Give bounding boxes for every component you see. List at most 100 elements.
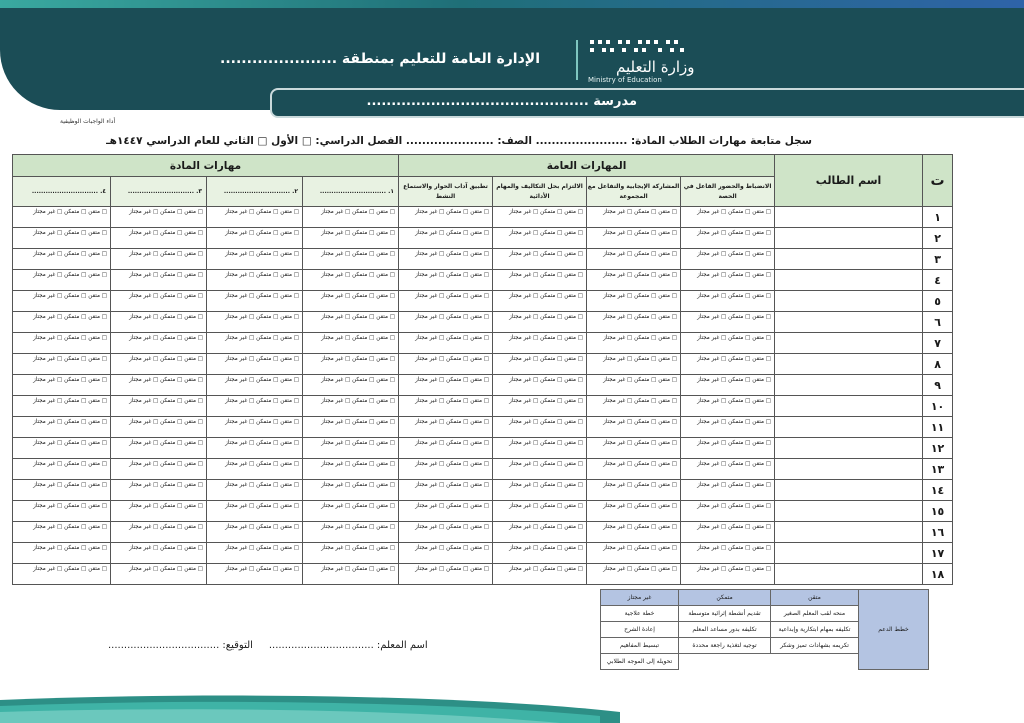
student-name-cell[interactable] [774,437,924,459]
student-name-cell[interactable] [774,563,924,585]
student-name-cell[interactable] [774,416,924,438]
skill-rating-cell[interactable]: □ متقن □ متمكن □ غير مجتاز [680,563,776,585]
student-name-cell[interactable] [774,269,924,291]
student-name-cell[interactable] [774,206,924,228]
skill-rating-cell[interactable]: □ متقن □ متمكن □ غير مجتاز [492,416,588,438]
skill-rating-cell[interactable]: □ متقن □ متمكن □ غير مجتاز [398,332,494,354]
skill-rating-cell[interactable]: □ متقن □ متمكن □ غير مجتاز [206,437,304,459]
skill-rating-cell[interactable]: □ متقن □ متمكن □ غير مجتاز [398,311,494,333]
skill-rating-cell[interactable]: □ متقن □ متمكن □ غير مجتاز [492,269,588,291]
skill-rating-cell[interactable]: □ متقن □ متمكن □ غير مجتاز [398,437,494,459]
skill-rating-cell[interactable]: □ متقن □ متمكن □ غير مجتاز [586,416,682,438]
skill-rating-cell[interactable]: □ متقن □ متمكن □ غير مجتاز [110,416,208,438]
student-name-cell[interactable] [774,374,924,396]
skill-rating-cell[interactable]: □ متقن □ متمكن □ غير مجتاز [302,416,400,438]
skill-rating-cell[interactable]: □ متقن □ متمكن □ غير مجتاز [302,374,400,396]
skill-rating-cell[interactable]: □ متقن □ متمكن □ غير مجتاز [398,479,494,501]
skill-rating-cell[interactable]: □ متقن □ متمكن □ غير مجتاز [11,542,112,564]
skill-rating-cell[interactable]: □ متقن □ متمكن □ غير مجتاز [110,542,208,564]
skill-rating-cell[interactable]: □ متقن □ متمكن □ غير مجتاز [398,206,494,228]
skill-rating-cell[interactable]: □ متقن □ متمكن □ غير مجتاز [680,458,776,480]
skill-rating-cell[interactable]: □ متقن □ متمكن □ غير مجتاز [11,458,112,480]
skill-rating-cell[interactable]: □ متقن □ متمكن □ غير مجتاز [680,542,776,564]
skill-rating-cell[interactable]: □ متقن □ متمكن □ غير مجتاز [492,374,588,396]
skill-rating-cell[interactable]: □ متقن □ متمكن □ غير مجتاز [586,227,682,249]
skill-rating-cell[interactable]: □ متقن □ متمكن □ غير مجتاز [11,500,112,522]
skill-rating-cell[interactable]: □ متقن □ متمكن □ غير مجتاز [492,353,588,375]
skill-rating-cell[interactable]: □ متقن □ متمكن □ غير مجتاز [398,374,494,396]
skill-rating-cell[interactable]: □ متقن □ متمكن □ غير مجتاز [492,332,588,354]
skill-rating-cell[interactable]: □ متقن □ متمكن □ غير مجتاز [302,479,400,501]
skill-rating-cell[interactable]: □ متقن □ متمكن □ غير مجتاز [492,437,588,459]
skill-rating-cell[interactable]: □ متقن □ متمكن □ غير مجتاز [302,290,400,312]
skill-rating-cell[interactable]: □ متقن □ متمكن □ غير مجتاز [206,395,304,417]
skill-rating-cell[interactable]: □ متقن □ متمكن □ غير مجتاز [206,311,304,333]
skill-rating-cell[interactable]: □ متقن □ متمكن □ غير مجتاز [206,416,304,438]
student-name-cell[interactable] [774,458,924,480]
skill-rating-cell[interactable]: □ متقن □ متمكن □ غير مجتاز [302,332,400,354]
skill-rating-cell[interactable]: □ متقن □ متمكن □ غير مجتاز [110,290,208,312]
skill-rating-cell[interactable]: □ متقن □ متمكن □ غير مجتاز [492,542,588,564]
skill-rating-cell[interactable]: □ متقن □ متمكن □ غير مجتاز [110,500,208,522]
student-name-cell[interactable] [774,353,924,375]
skill-rating-cell[interactable]: □ متقن □ متمكن □ غير مجتاز [11,248,112,270]
skill-rating-cell[interactable]: □ متقن □ متمكن □ غير مجتاز [11,416,112,438]
skill-rating-cell[interactable]: □ متقن □ متمكن □ غير مجتاز [398,542,494,564]
skill-rating-cell[interactable]: □ متقن □ متمكن □ غير مجتاز [206,374,304,396]
skill-rating-cell[interactable]: □ متقن □ متمكن □ غير مجتاز [110,458,208,480]
skill-rating-cell[interactable]: □ متقن □ متمكن □ غير مجتاز [586,479,682,501]
skill-rating-cell[interactable]: □ متقن □ متمكن □ غير مجتاز [398,458,494,480]
skill-rating-cell[interactable]: □ متقن □ متمكن □ غير مجتاز [110,521,208,543]
student-name-cell[interactable] [774,227,924,249]
skill-rating-cell[interactable]: □ متقن □ متمكن □ غير مجتاز [11,374,112,396]
student-name-cell[interactable] [774,290,924,312]
student-name-cell[interactable] [774,332,924,354]
skill-rating-cell[interactable]: □ متقن □ متمكن □ غير مجتاز [206,479,304,501]
skill-rating-cell[interactable]: □ متقن □ متمكن □ غير مجتاز [11,290,112,312]
skill-rating-cell[interactable]: □ متقن □ متمكن □ غير مجتاز [492,290,588,312]
skill-rating-cell[interactable]: □ متقن □ متمكن □ غير مجتاز [302,353,400,375]
skill-rating-cell[interactable]: □ متقن □ متمكن □ غير مجتاز [302,563,400,585]
skill-rating-cell[interactable]: □ متقن □ متمكن □ غير مجتاز [680,206,776,228]
skill-rating-cell[interactable]: □ متقن □ متمكن □ غير مجتاز [398,290,494,312]
skill-rating-cell[interactable]: □ متقن □ متمكن □ غير مجتاز [206,521,304,543]
skill-rating-cell[interactable]: □ متقن □ متمكن □ غير مجتاز [11,311,112,333]
skill-rating-cell[interactable]: □ متقن □ متمكن □ غير مجتاز [206,248,304,270]
skill-rating-cell[interactable]: □ متقن □ متمكن □ غير مجتاز [302,395,400,417]
skill-rating-cell[interactable]: □ متقن □ متمكن □ غير مجتاز [398,500,494,522]
student-name-cell[interactable] [774,521,924,543]
skill-rating-cell[interactable]: □ متقن □ متمكن □ غير مجتاز [492,227,588,249]
skill-rating-cell[interactable]: □ متقن □ متمكن □ غير مجتاز [11,479,112,501]
skill-rating-cell[interactable]: □ متقن □ متمكن □ غير مجتاز [586,311,682,333]
skill-rating-cell[interactable]: □ متقن □ متمكن □ غير مجتاز [492,521,588,543]
skill-rating-cell[interactable]: □ متقن □ متمكن □ غير مجتاز [110,374,208,396]
skill-rating-cell[interactable]: □ متقن □ متمكن □ غير مجتاز [680,416,776,438]
skill-rating-cell[interactable]: □ متقن □ متمكن □ غير مجتاز [586,563,682,585]
skill-rating-cell[interactable]: □ متقن □ متمكن □ غير مجتاز [206,563,304,585]
student-name-cell[interactable] [774,479,924,501]
skill-rating-cell[interactable]: □ متقن □ متمكن □ غير مجتاز [398,395,494,417]
skill-rating-cell[interactable]: □ متقن □ متمكن □ غير مجتاز [110,269,208,291]
skill-rating-cell[interactable]: □ متقن □ متمكن □ غير مجتاز [302,227,400,249]
skill-rating-cell[interactable]: □ متقن □ متمكن □ غير مجتاز [398,269,494,291]
skill-rating-cell[interactable]: □ متقن □ متمكن □ غير مجتاز [11,353,112,375]
skill-rating-cell[interactable]: □ متقن □ متمكن □ غير مجتاز [680,353,776,375]
skill-rating-cell[interactable]: □ متقن □ متمكن □ غير مجتاز [492,458,588,480]
skill-rating-cell[interactable]: □ متقن □ متمكن □ غير مجتاز [398,248,494,270]
student-name-cell[interactable] [774,542,924,564]
skill-rating-cell[interactable]: □ متقن □ متمكن □ غير مجتاز [11,227,112,249]
skill-rating-cell[interactable]: □ متقن □ متمكن □ غير مجتاز [492,395,588,417]
skill-rating-cell[interactable]: □ متقن □ متمكن □ غير مجتاز [680,395,776,417]
skill-rating-cell[interactable]: □ متقن □ متمكن □ غير مجتاز [586,269,682,291]
skill-rating-cell[interactable]: □ متقن □ متمكن □ غير مجتاز [110,353,208,375]
skill-rating-cell[interactable]: □ متقن □ متمكن □ غير مجتاز [398,521,494,543]
skill-rating-cell[interactable]: □ متقن □ متمكن □ غير مجتاز [680,500,776,522]
skill-rating-cell[interactable]: □ متقن □ متمكن □ غير مجتاز [492,479,588,501]
skill-rating-cell[interactable]: □ متقن □ متمكن □ غير مجتاز [110,563,208,585]
skill-rating-cell[interactable]: □ متقن □ متمكن □ غير مجتاز [11,563,112,585]
skill-rating-cell[interactable]: □ متقن □ متمكن □ غير مجتاز [206,206,304,228]
skill-rating-cell[interactable]: □ متقن □ متمكن □ غير مجتاز [302,500,400,522]
skill-rating-cell[interactable]: □ متقن □ متمكن □ غير مجتاز [302,311,400,333]
skill-rating-cell[interactable]: □ متقن □ متمكن □ غير مجتاز [680,332,776,354]
skill-rating-cell[interactable]: □ متقن □ متمكن □ غير مجتاز [302,458,400,480]
